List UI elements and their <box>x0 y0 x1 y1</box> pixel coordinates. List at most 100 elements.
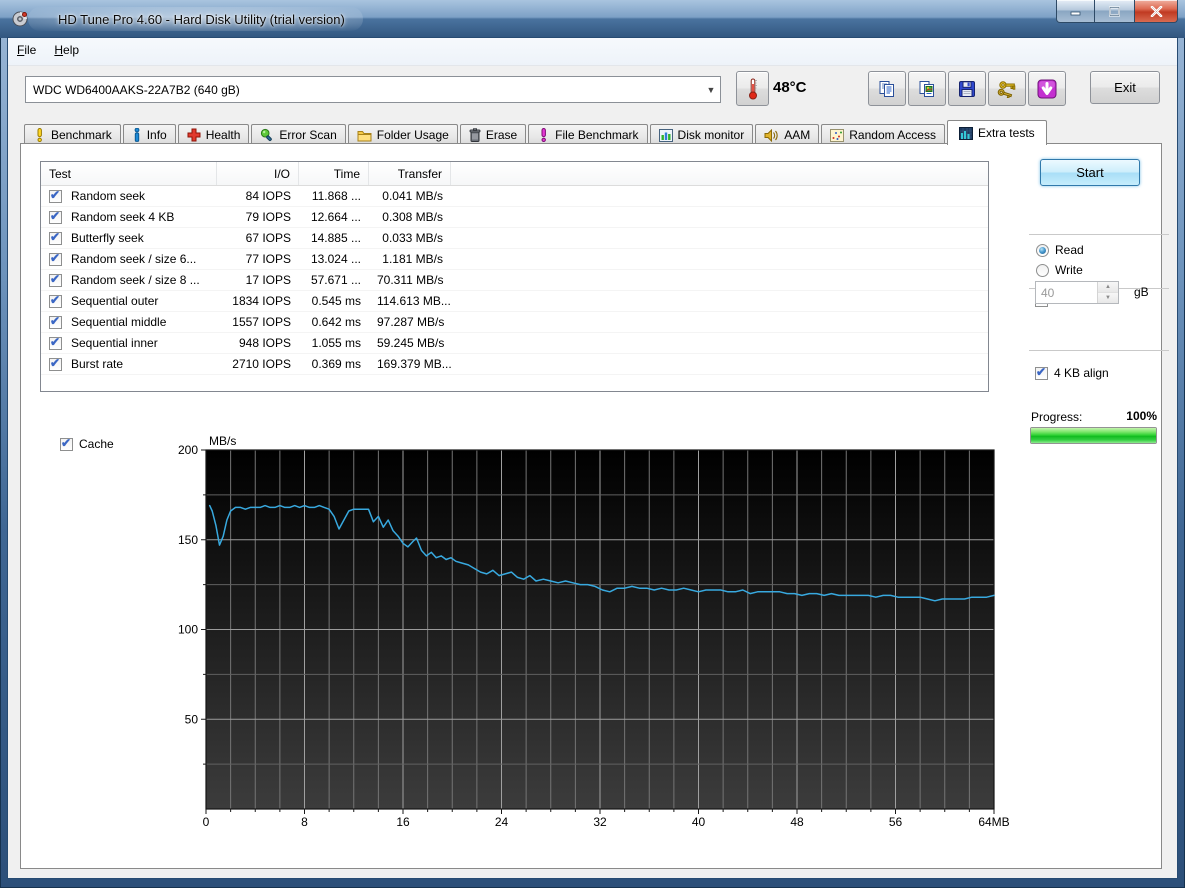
tab-label: Folder Usage <box>377 128 449 142</box>
download-button[interactable] <box>1028 71 1066 106</box>
tab-disk-monitor[interactable]: Disk monitor <box>650 124 754 145</box>
row-checkbox[interactable] <box>49 253 62 266</box>
save-icon <box>958 80 976 98</box>
client-area: FileHelp WDC WD6400AAKS-22A7B2 (640 gB) … <box>8 38 1177 878</box>
copy-text-button[interactable] <box>868 71 906 106</box>
table-row[interactable]: Sequential middle1557 IOPS0.642 ms97.287… <box>41 312 988 333</box>
folder-usage-icon <box>357 129 372 142</box>
thermometer-icon <box>748 78 758 100</box>
row-checkbox[interactable] <box>49 337 62 350</box>
x-tick-label: 32 <box>593 815 607 829</box>
time-value: 13.024 ... <box>299 252 369 266</box>
test-name: Random seek <box>71 189 145 203</box>
io-value: 84 IOPS <box>217 189 299 203</box>
read-radio-row: Read <box>1036 243 1084 257</box>
minimize-button[interactable] <box>1056 0 1095 23</box>
table-row[interactable]: Sequential inner948 IOPS1.055 ms59.245 M… <box>41 333 988 354</box>
progress-bar-fill <box>1031 428 1156 443</box>
short-stroke-size-input[interactable] <box>1036 282 1097 303</box>
exit-button[interactable]: Exit <box>1090 71 1160 104</box>
row-checkbox[interactable] <box>49 358 62 371</box>
separator <box>1029 234 1169 235</box>
row-checkbox[interactable] <box>49 211 62 224</box>
test-name: Sequential outer <box>71 294 158 308</box>
table-row[interactable]: Random seek / size 8 ...17 IOPS57.671 ..… <box>41 270 988 291</box>
error-scan-icon <box>260 128 274 142</box>
table-row[interactable]: Butterfly seek67 IOPS14.885 ...0.033 MB/… <box>41 228 988 249</box>
table-row[interactable]: Burst rate2710 IOPS0.369 ms169.379 MB... <box>41 354 988 375</box>
row-checkbox[interactable] <box>49 274 62 287</box>
tab-info[interactable]: Info <box>123 124 176 145</box>
menu-help[interactable]: Help <box>45 38 88 62</box>
short-stroke-size-spinner[interactable]: ▲ ▼ <box>1035 281 1119 304</box>
tab-erase[interactable]: Erase <box>460 124 526 145</box>
row-checkbox[interactable] <box>49 190 62 203</box>
tab-label: Health <box>206 128 241 142</box>
temperature-button[interactable] <box>736 71 769 106</box>
align-checkbox[interactable] <box>1035 367 1048 380</box>
tab-label: Info <box>147 128 167 142</box>
table-row[interactable]: Sequential outer1834 IOPS0.545 ms114.613… <box>41 291 988 312</box>
row-checkbox[interactable] <box>49 316 62 329</box>
spinner-down-icon: ▼ <box>1098 293 1118 303</box>
row-checkbox[interactable] <box>49 295 62 308</box>
y-tick-label: 100 <box>178 623 198 637</box>
tab-label: Random Access <box>849 128 936 142</box>
column-header-transfer[interactable]: Transfer <box>369 162 451 185</box>
test-name: Random seek / size 8 ... <box>71 273 200 287</box>
y-tick-label: 150 <box>178 533 198 547</box>
write-radio[interactable] <box>1036 264 1049 277</box>
title-bar[interactable]: HD Tune Pro 4.60 - Hard Disk Utility (tr… <box>0 0 1185 38</box>
tab-label: Benchmark <box>51 128 112 142</box>
table-row[interactable]: Random seek84 IOPS11.868 ...0.041 MB/s <box>41 186 988 207</box>
maximize-button[interactable] <box>1095 0 1135 23</box>
column-header-io[interactable]: I/O <box>217 162 299 185</box>
copy-text-icon <box>878 80 896 98</box>
tab-benchmark[interactable]: Benchmark <box>24 124 121 145</box>
read-radio[interactable] <box>1036 244 1049 257</box>
tab-aam[interactable]: AAM <box>755 124 819 145</box>
tab-health[interactable]: Health <box>178 124 250 145</box>
save-button[interactable] <box>948 71 986 106</box>
close-icon <box>1150 6 1163 17</box>
x-tick-label: 64MB <box>978 815 1009 829</box>
info-icon <box>132 128 142 142</box>
close-button[interactable] <box>1135 0 1178 23</box>
tab-folder-usage[interactable]: Folder Usage <box>348 124 458 145</box>
transfer-value: 114.613 MB... <box>369 294 451 308</box>
tab-strip: Benchmark Info Health Error Scan Folder Usag… <box>24 120 1049 145</box>
window-controls <box>1056 0 1178 23</box>
column-header-test[interactable]: Test <box>41 162 217 185</box>
table-row[interactable]: Random seek 4 KB79 IOPS12.664 ...0.308 M… <box>41 207 988 228</box>
copy-image-button[interactable] <box>908 71 946 106</box>
copy-image-icon <box>918 80 936 98</box>
aam-icon <box>764 129 779 142</box>
tab-random-access[interactable]: Random Access <box>821 124 945 145</box>
tab-extra-tests[interactable]: Extra tests <box>947 120 1047 145</box>
start-button[interactable]: Start <box>1040 159 1140 186</box>
row-checkbox[interactable] <box>49 232 62 245</box>
test-name: Sequential inner <box>71 336 158 350</box>
io-value: 17 IOPS <box>217 273 299 287</box>
x-tick-label: 40 <box>692 815 706 829</box>
keys-icon <box>997 80 1017 98</box>
transfer-value: 97.287 MB/s <box>369 315 451 329</box>
table-row[interactable]: Random seek / size 6...77 IOPS13.024 ...… <box>41 249 988 270</box>
menu-file[interactable]: File <box>8 38 45 62</box>
extra-tests-page: TestI/OTimeTransfer Random seek 84 IOPS 11… <box>20 143 1162 869</box>
column-header-time[interactable]: Time <box>299 162 369 185</box>
progress-label: Progress: <box>1031 410 1082 424</box>
keys-button[interactable] <box>988 71 1026 106</box>
erase-icon <box>469 128 481 142</box>
cache-checkbox[interactable] <box>60 438 73 451</box>
spinner-arrows[interactable]: ▲ ▼ <box>1097 282 1118 303</box>
extra-tests-icon <box>959 127 973 140</box>
progress-value: 100% <box>1111 409 1157 423</box>
drive-selector[interactable]: WDC WD6400AAKS-22A7B2 (640 gB) ▼ <box>25 76 721 103</box>
disk-monitor-icon <box>659 129 673 142</box>
minimize-icon <box>1070 7 1082 16</box>
tab-file-benchmark[interactable]: File Benchmark <box>528 124 647 145</box>
test-name: Sequential middle <box>71 315 166 329</box>
tab-error-scan[interactable]: Error Scan <box>251 124 345 145</box>
app-icon <box>12 10 29 30</box>
